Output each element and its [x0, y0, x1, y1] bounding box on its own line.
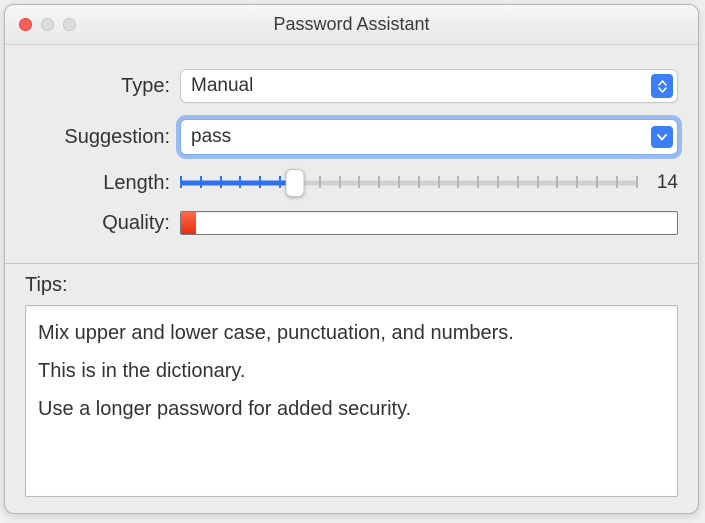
window-title: Password Assistant [5, 14, 698, 35]
titlebar[interactable]: Password Assistant [5, 5, 698, 45]
chevron-up-down-icon [651, 74, 673, 98]
type-label: Type: [25, 75, 180, 98]
length-slider[interactable] [180, 171, 638, 195]
slider-thumb[interactable] [285, 169, 304, 197]
type-select[interactable]: Manual [180, 69, 678, 103]
suggestion-input[interactable] [191, 126, 651, 148]
length-label: Length: [25, 172, 180, 195]
minimize-button[interactable] [41, 18, 54, 31]
quality-label: Quality: [25, 212, 180, 235]
length-row: Length: 14 [25, 171, 678, 195]
tips-box: Mix upper and lower case, punctuation, a… [25, 305, 678, 497]
tip-item: Mix upper and lower case, punctuation, a… [38, 316, 665, 350]
traffic-lights [5, 18, 76, 31]
tip-item: This is in the dictionary. [38, 354, 665, 388]
maximize-button[interactable] [63, 18, 76, 31]
tip-item: Use a longer password for added security… [38, 392, 665, 426]
slider-ticks [180, 176, 638, 190]
quality-row: Quality: [25, 211, 678, 235]
suggestion-label: Suggestion: [25, 126, 180, 149]
type-row: Type: Manual [25, 69, 678, 103]
quality-fill [181, 212, 196, 234]
suggestion-combobox[interactable] [180, 119, 678, 155]
close-button[interactable] [19, 18, 32, 31]
type-value: Manual [191, 75, 253, 97]
tips-section: Tips: Mix upper and lower case, punctuat… [5, 264, 698, 513]
tips-label: Tips: [25, 274, 678, 297]
content-area: Type: Manual Suggestion: [5, 45, 698, 251]
password-assistant-window: Password Assistant Type: Manual Suggesti… [4, 4, 699, 514]
chevron-down-icon[interactable] [651, 126, 673, 148]
length-value: 14 [652, 172, 678, 194]
suggestion-row: Suggestion: [25, 119, 678, 155]
quality-meter [180, 211, 678, 235]
